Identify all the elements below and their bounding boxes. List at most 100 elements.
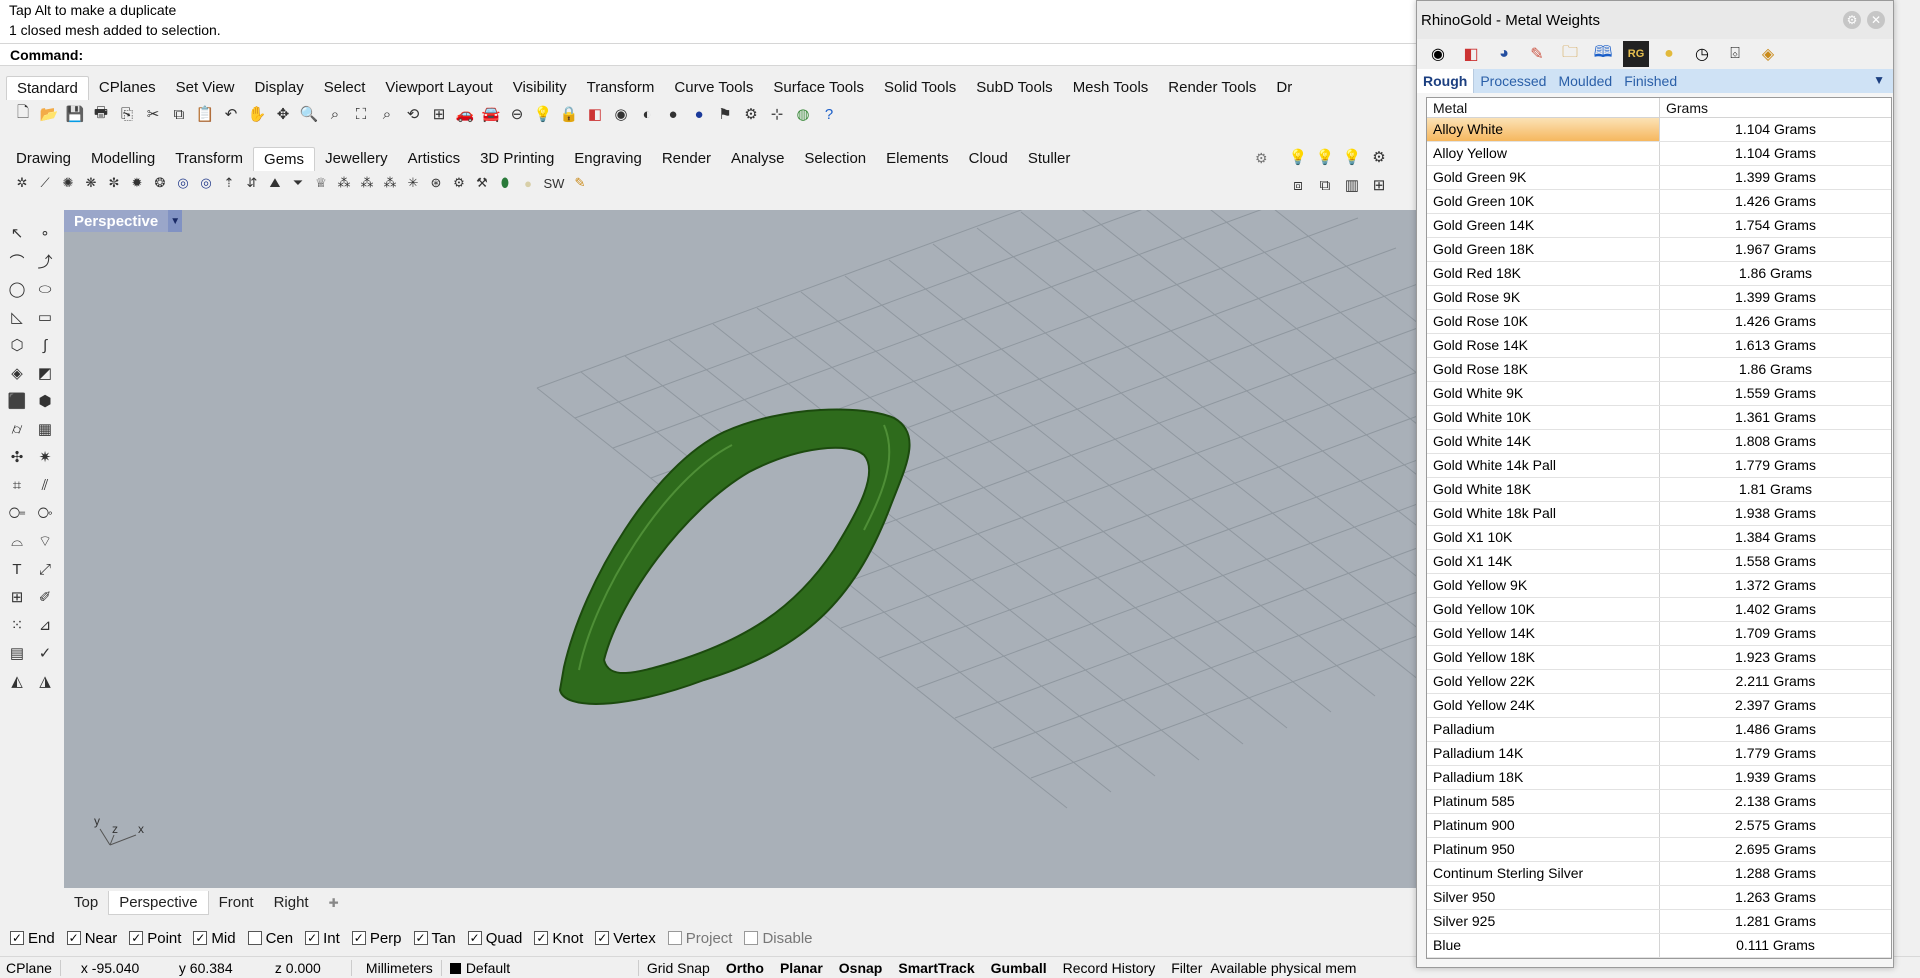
arc-icon[interactable]: ◺ <box>4 304 30 330</box>
zoom-window-icon[interactable]: ⌕ <box>324 103 346 125</box>
light-icon[interactable]: 💡 <box>1287 146 1309 168</box>
viewport-tab-front[interactable]: Front <box>209 891 264 915</box>
polyline-icon[interactable]: ⌒ <box>4 248 30 274</box>
table-row[interactable]: Gold Yellow 10K 1.402 Grams <box>1427 598 1891 622</box>
table-row[interactable]: Platinum 585 2.138 Grams <box>1427 790 1891 814</box>
osnap-mid[interactable]: ✓ Mid <box>193 930 236 947</box>
tab-3d-printing[interactable]: 3D Printing <box>470 147 564 171</box>
viewport-tab-top[interactable]: Top <box>64 891 108 915</box>
table-row[interactable]: Gold White 9K 1.559 Grams <box>1427 382 1891 406</box>
tab-selection[interactable]: Selection <box>794 147 876 171</box>
cplane-icon[interactable]: ⊖ <box>506 103 528 125</box>
render-icon[interactable]: ◭ <box>4 668 30 694</box>
tab-moulded[interactable]: Moulded <box>1552 69 1618 93</box>
bezel-icon[interactable]: ❂ <box>150 173 170 193</box>
viewport-title[interactable]: Perspective ▼ <box>64 210 183 232</box>
rendered-sphere-icon[interactable]: ● <box>662 103 684 125</box>
settings-gear-icon[interactable]: ⚙ <box>1255 150 1268 167</box>
table-row[interactable]: Gold Yellow 9K 1.372 Grams <box>1427 574 1891 598</box>
osnap-tan[interactable]: ✓ Tan <box>413 930 456 947</box>
gem-arrow-icon[interactable]: ⇡ <box>219 173 239 193</box>
polygon-icon[interactable]: ⬡ <box>4 332 30 358</box>
ellipse-icon[interactable]: ⬭ <box>32 276 58 302</box>
osnap-vertex[interactable]: ✓ Vertex <box>595 930 656 947</box>
table-row[interactable]: Gold Yellow 22K 2.211 Grams <box>1427 670 1891 694</box>
gem-flow-icon[interactable]: ⇵ <box>242 173 262 193</box>
zoom-selected-icon[interactable]: ⌕ <box>376 103 398 125</box>
gem-head-icon[interactable]: ♕ <box>311 173 331 193</box>
gem-wheel-icon[interactable]: ⊛ <box>426 173 446 193</box>
osnap-checkbox[interactable]: ✓ <box>66 931 81 945</box>
point-icon[interactable]: ∘ <box>32 220 58 246</box>
tab-transform[interactable]: Transform <box>577 76 665 100</box>
grid-array-icon[interactable]: ⁙ <box>4 612 30 638</box>
print-icon[interactable]: 🖶 <box>90 103 112 125</box>
split-icon[interactable]: ⫽ <box>32 472 58 498</box>
table-row[interactable]: Gold Green 9K 1.399 Grams <box>1427 166 1891 190</box>
gem-tool-icon[interactable]: ⚒ <box>472 173 492 193</box>
table-row[interactable]: Platinum 950 2.695 Grams <box>1427 838 1891 862</box>
tab-solid-tools[interactable]: Solid Tools <box>874 76 966 100</box>
osnap-disable[interactable]: Disable <box>744 930 813 947</box>
gem-gear-icon[interactable]: ⚙ <box>449 173 469 193</box>
tab-display[interactable]: Display <box>245 76 314 100</box>
tab-stuller[interactable]: Stuller <box>1018 147 1081 171</box>
basket-icon[interactable]: ⌺ <box>1722 41 1748 67</box>
grid-snap-toggle[interactable]: Grid Snap <box>639 960 718 976</box>
rotate-view-icon[interactable]: ✥ <box>272 103 294 125</box>
car-icon[interactable]: 🚗 <box>454 103 476 125</box>
tab-finished[interactable]: Finished <box>1618 69 1683 93</box>
osnap-checkbox[interactable] <box>247 931 262 945</box>
table-row[interactable]: Palladium 18K 1.939 Grams <box>1427 766 1891 790</box>
gem-cutter-icon[interactable]: ⏷ <box>288 173 308 193</box>
osnap-checkbox[interactable]: ✓ <box>595 931 610 945</box>
table-row[interactable]: Gold Green 14K 1.754 Grams <box>1427 214 1891 238</box>
table-row[interactable]: Gold Rose 18K 1.86 Grams <box>1427 358 1891 382</box>
viewport-tab-perspective[interactable]: Perspective <box>108 891 209 915</box>
viewport-tab-right[interactable]: Right <box>264 891 319 915</box>
tab-analyse[interactable]: Analyse <box>721 147 794 171</box>
table-row[interactable]: Gold Green 18K 1.967 Grams <box>1427 238 1891 262</box>
gem-star-icon[interactable]: ✳ <box>403 173 423 193</box>
table-row[interactable]: Gold Yellow 24K 2.397 Grams <box>1427 694 1891 718</box>
mesh-icon[interactable]: ▦ <box>32 416 58 442</box>
viewport-title-label[interactable]: Perspective <box>64 213 168 230</box>
osnap-end[interactable]: ✓ End <box>10 930 55 947</box>
undo-view-icon[interactable]: ⟲ <box>402 103 424 125</box>
ring-model[interactable] <box>558 408 911 705</box>
tab-subd-tools[interactable]: SubD Tools <box>966 76 1062 100</box>
osnap-checkbox[interactable] <box>667 931 682 945</box>
rhinogold-globe-icon[interactable]: ◕ <box>1491 41 1517 67</box>
curve-icon[interactable]: ⤴ <box>32 248 58 274</box>
help-book-icon[interactable]: 🕮 <box>1590 41 1616 67</box>
help-icon[interactable]: ? <box>818 103 840 125</box>
solid-icon[interactable]: ⬢ <box>32 388 58 414</box>
table-row[interactable]: Gold Green 10K 1.426 Grams <box>1427 190 1891 214</box>
freeform-curve-icon[interactable]: ∫ <box>32 332 58 358</box>
light-icon[interactable]: 💡 <box>1314 146 1336 168</box>
osnap-checkbox[interactable]: ✓ <box>351 931 366 945</box>
cplane-label[interactable]: CPlane <box>0 960 60 976</box>
rectangle-icon[interactable]: ▭ <box>32 304 58 330</box>
tab-gems[interactable]: Gems <box>253 147 316 171</box>
save-icon[interactable]: 💾 <box>64 103 86 125</box>
tab-cloud[interactable]: Cloud <box>959 147 1018 171</box>
osnap-checkbox[interactable]: ✓ <box>534 931 549 945</box>
zoom-extents-icon[interactable]: ⛶ <box>350 103 372 125</box>
planar-toggle[interactable]: Planar <box>772 960 831 976</box>
osnap-checkbox[interactable]: ✓ <box>305 931 320 945</box>
tab-engraving[interactable]: Engraving <box>564 147 652 171</box>
panel-titlebar[interactable]: RhinoGold - Metal Weights ⚙ ✕ <box>1417 1 1893 39</box>
sw-label[interactable]: SW <box>541 173 567 193</box>
gem-pattern-2-icon[interactable]: ⁂ <box>357 173 377 193</box>
gear-tools-icon[interactable]: ⚙ <box>740 103 762 125</box>
boolean-2-icon[interactable]: ⧂ <box>32 500 58 526</box>
table-row[interactable]: Gold Rose 9K 1.399 Grams <box>1427 286 1891 310</box>
filter-toggle[interactable]: Filter <box>1163 960 1210 976</box>
open-file-icon[interactable]: 📂 <box>38 103 60 125</box>
gem-icon[interactable]: ✲ <box>12 173 32 193</box>
osnap-checkbox[interactable]: ✓ <box>129 931 144 945</box>
cylinder-icon[interactable]: ⌭ <box>4 416 30 442</box>
table-row[interactable]: Gold White 14K 1.808 Grams <box>1427 430 1891 454</box>
gold-sphere-icon[interactable]: ● <box>1656 41 1682 67</box>
